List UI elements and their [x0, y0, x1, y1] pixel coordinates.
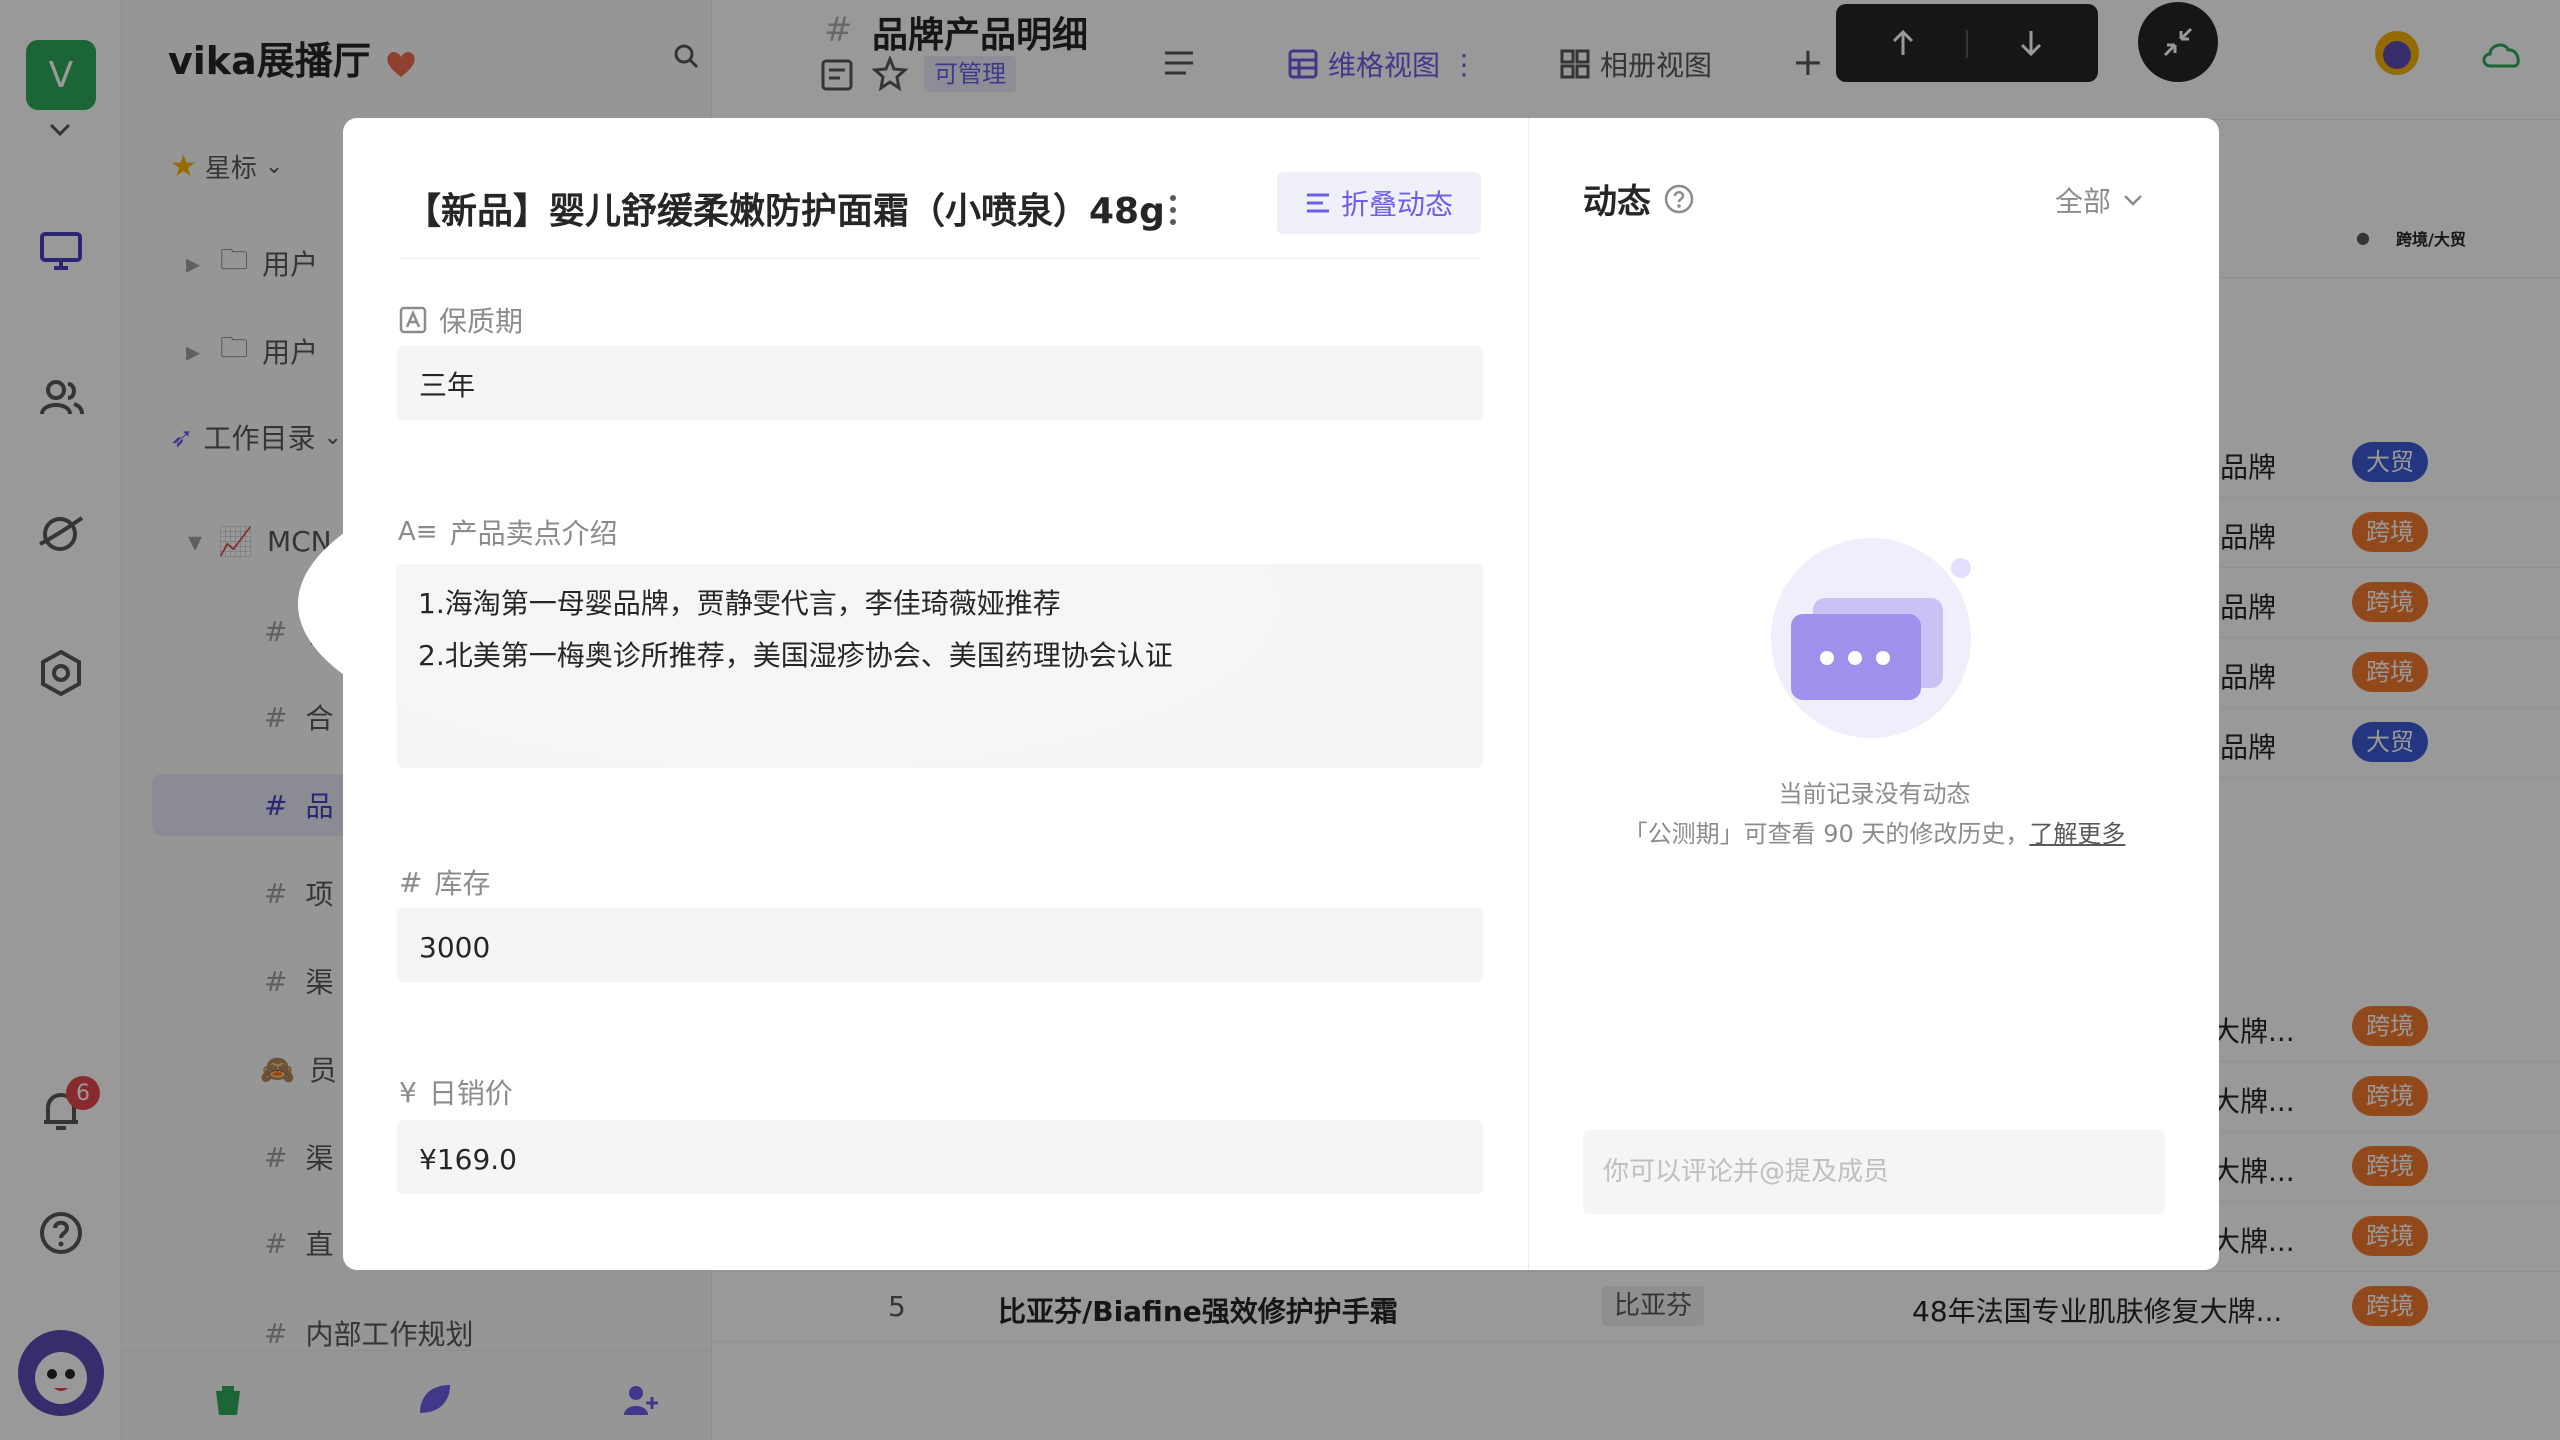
comment-input[interactable]: 你可以评论并@提及成员	[1583, 1130, 2165, 1214]
stock-field[interactable]: 3000	[397, 908, 1483, 982]
empty-state-text: 「公测期」可查看 90 天的修改历史，	[1623, 820, 2030, 848]
field-label-text: 日销价	[428, 1077, 513, 1110]
chevron-down-icon	[2124, 195, 2142, 206]
empty-state-desc: 「公测期」可查看 90 天的修改历史，了解更多	[1529, 814, 2219, 849]
empty-chat-illustration	[1771, 538, 1971, 738]
field-label-stock: # 库存	[399, 862, 490, 902]
field-label-shelf-life: 保质期	[399, 300, 523, 340]
selling-points-field-highlight[interactable]: 1.海淘第一母婴品牌，贾静雯代言，李佳琦薇娅推荐 2.北美第一梅奥诊所推荐，美国…	[396, 564, 1280, 768]
fold-activity-button[interactable]: 折叠动态	[1277, 172, 1481, 234]
activity-panel: 动态 全部 当前记录没有动态 「公测期」可查看 90 天的修改历史，了解更多 你…	[1528, 118, 2219, 1270]
field-value: 3000	[419, 931, 491, 964]
shelf-life-field[interactable]: 三年	[397, 346, 1483, 420]
more-vertical-icon[interactable]	[1163, 190, 1183, 230]
record-title: 【新品】婴儿舒缓柔嫩防护面霜（小喷泉）48g	[405, 191, 1165, 232]
field-label-text: 库存	[434, 867, 491, 900]
spotlight-content: A≡ 产品卖点介绍 1.海淘第一母婴品牌，贾静雯代言，李佳琦薇娅推荐 2.北美第…	[298, 436, 1280, 772]
activity-filter-select[interactable]: 全部	[2055, 180, 2145, 220]
help-icon[interactable]	[1663, 183, 1695, 215]
price-field[interactable]: ¥169.0	[397, 1120, 1483, 1194]
spotlight-highlight: A≡ 产品卖点介绍 1.海淘第一母婴品牌，贾静雯代言，李佳琦薇娅推荐 2.北美第…	[298, 436, 1280, 772]
filter-value: 全部	[2055, 185, 2112, 218]
number-field-icon: #	[399, 865, 423, 899]
field-value: 三年	[419, 369, 476, 402]
field-label-price: ¥ 日销价	[399, 1072, 513, 1112]
learn-more-link[interactable]: 了解更多	[2029, 820, 2125, 848]
activity-title: 动态	[1583, 174, 1695, 223]
list-icon	[1306, 193, 1329, 213]
field-label-text: 产品卖点介绍	[449, 517, 618, 550]
currency-field-icon: ¥	[399, 1075, 417, 1109]
long-text-icon: A≡	[398, 517, 438, 547]
empty-state-title: 当前记录没有动态	[1778, 780, 1971, 808]
field-value-line: 2.北美第一梅奥诊所推荐，美国湿疹协会、美国药理协会认证	[418, 639, 1173, 672]
field-label-text: 保质期	[439, 305, 524, 338]
field-label-selling-points-highlight: A≡ 产品卖点介绍	[398, 512, 618, 552]
text-field-icon	[399, 306, 427, 334]
fold-label: 折叠动态	[1340, 188, 1453, 221]
divider	[399, 258, 1481, 259]
field-value-line: 1.海淘第一母婴品牌，贾静雯代言，李佳琦薇娅推荐	[418, 587, 1061, 620]
field-value: ¥169.0	[419, 1143, 517, 1176]
activity-title-text: 动态	[1583, 182, 1651, 222]
